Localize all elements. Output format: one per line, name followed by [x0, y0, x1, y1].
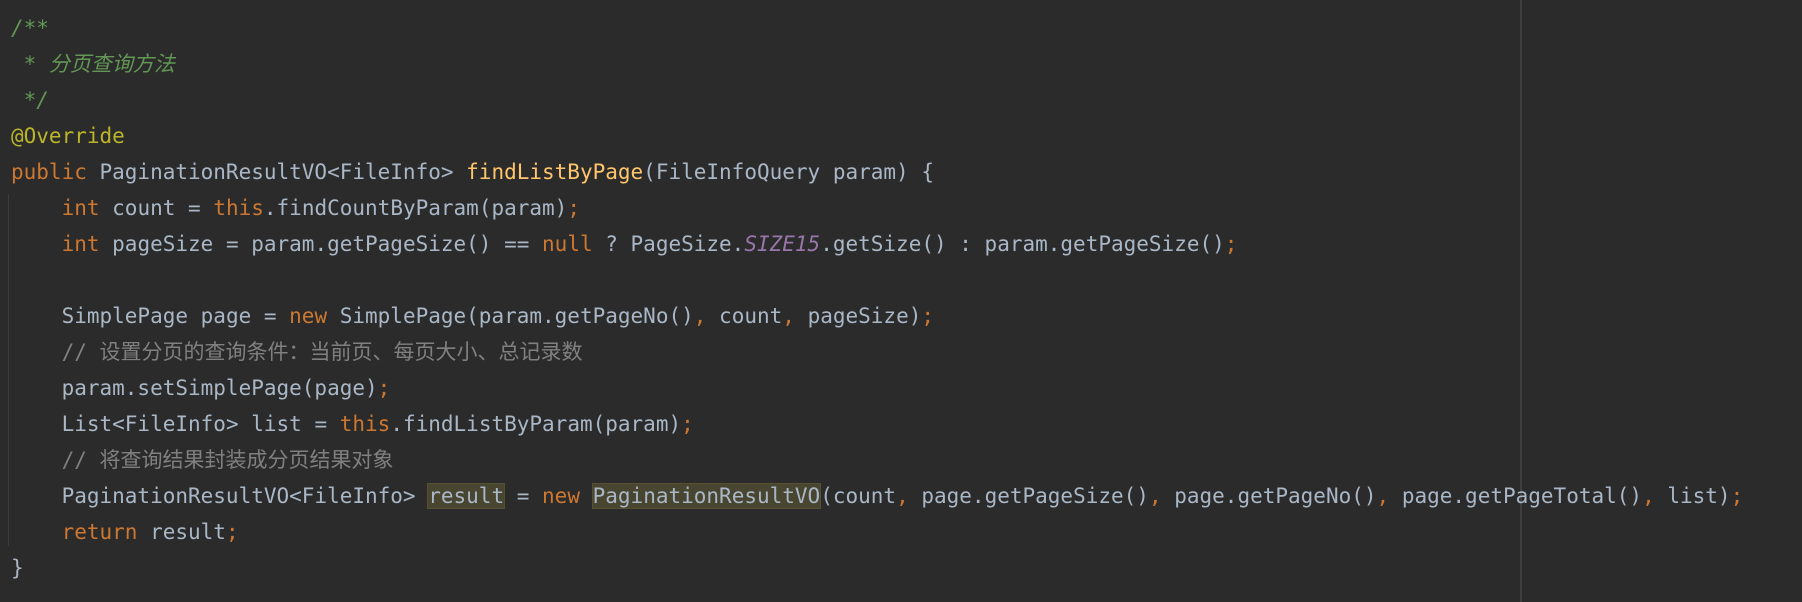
line-comment: // 设置分页的查询条件：当前页、每页大小、总记录数: [11, 340, 583, 364]
code-text: SimplePage page =: [61, 304, 290, 328]
code-text: (count: [820, 484, 897, 508]
comma: ,: [1642, 484, 1655, 508]
code-text: page.getPageNo(): [1161, 484, 1377, 508]
doc-comment-start: /**: [11, 16, 49, 40]
comma: ,: [1376, 484, 1390, 508]
keyword-null: null: [542, 232, 593, 256]
code-text: list): [1654, 484, 1731, 508]
line-comment: // 将查询结果封装成分页结果对象: [11, 448, 394, 472]
code-line-count: int count = this.findCountByParam(param)…: [11, 190, 1743, 226]
keyword-public: public: [11, 160, 87, 184]
semicolon: ;: [225, 520, 239, 544]
semicolon: ;: [567, 196, 580, 220]
code-text: param.setSimplePage(page): [11, 376, 378, 400]
code-text: ? PageSize.: [592, 232, 745, 256]
code-text: List<FileInfo> list =: [61, 412, 340, 436]
code-area[interactable]: /** * 分页查询方法 */ @Override public Paginat…: [11, 10, 1743, 586]
semicolon: ;: [1224, 232, 1238, 256]
comma: ,: [1148, 484, 1162, 508]
closing-brace: }: [11, 556, 24, 580]
keyword-return: return: [61, 520, 138, 544]
code-text: .getSize() : param.getPageSize(): [820, 232, 1225, 256]
highlighted-variable-result[interactable]: result: [427, 483, 506, 509]
code-text: result: [137, 520, 226, 544]
code-line-simplepage: SimplePage page = new SimplePage(param.g…: [11, 298, 1743, 334]
comma: ,: [693, 304, 707, 328]
code-editor[interactable]: /** * 分页查询方法 */ @Override public Paginat…: [0, 0, 1802, 602]
code-line-setsimplepage: param.setSimplePage(page);: [11, 370, 1743, 406]
highlighted-constructor[interactable]: PaginationResultVO: [591, 483, 822, 509]
code-text: pageSize = param.getPageSize() ==: [99, 232, 543, 256]
code-text: SimplePage(param.getPageNo(): [327, 304, 694, 328]
override-annotation: @Override: [11, 124, 125, 148]
keyword-int: int: [61, 232, 100, 256]
comma: ,: [896, 484, 909, 508]
keyword-new: new: [542, 484, 580, 508]
semicolon: ;: [681, 412, 694, 436]
keyword-int: int: [61, 196, 100, 220]
method-params: (FileInfoQuery param) {: [643, 160, 934, 184]
keyword-this: this: [339, 412, 391, 436]
code-text: page.getPageSize(): [908, 484, 1149, 508]
code-text: count =: [99, 196, 214, 220]
method-name[interactable]: findListByPage: [466, 160, 643, 184]
doc-comment-text: * 分页查询方法: [11, 52, 175, 76]
code-line-result: PaginationResultVO<FileInfo> result = ne…: [11, 478, 1743, 514]
keyword-this: this: [213, 196, 264, 220]
indent-guide: [8, 194, 9, 546]
semicolon: ;: [377, 376, 391, 400]
code-text: pageSize): [794, 304, 922, 328]
code-text: count: [706, 304, 783, 328]
code-line-pagesize: int pageSize = param.getPageSize() == nu…: [11, 226, 1743, 262]
code-line-return: return result;: [11, 514, 1743, 550]
doc-comment-end: */: [11, 88, 49, 112]
code-text: page.getPageTotal(): [1389, 484, 1643, 508]
static-constant: SIZE15: [744, 232, 821, 256]
semicolon: ;: [1730, 484, 1744, 508]
return-type: PaginationResultVO<FileInfo>: [86, 160, 467, 184]
code-line-list: List<FileInfo> list = this.findListByPar…: [11, 406, 1743, 442]
code-text: .findCountByParam(param): [263, 196, 568, 220]
method-signature: public PaginationResultVO<FileInfo> find…: [11, 154, 1743, 190]
code-text: .findListByParam(param): [390, 412, 682, 436]
keyword-new: new: [289, 304, 328, 328]
code-text: PaginationResultVO<FileInfo>: [11, 484, 429, 508]
code-text: =: [504, 484, 543, 508]
semicolon: ;: [921, 304, 935, 328]
comma: ,: [782, 304, 795, 328]
